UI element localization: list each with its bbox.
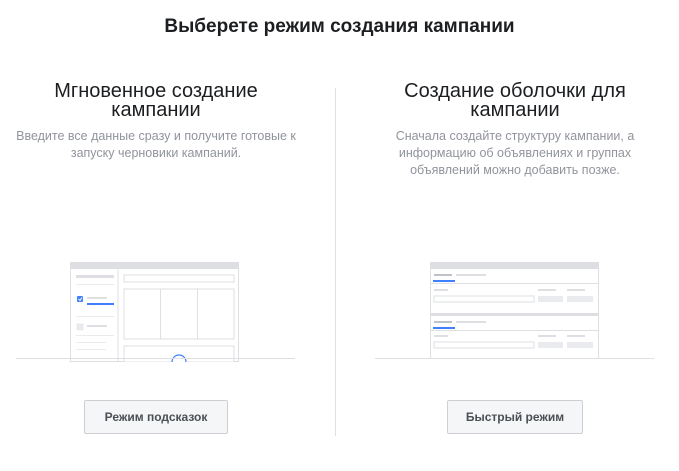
option-description: Введите все данные сразу и получите гото…: [16, 129, 296, 160]
illustration-baseline: [375, 358, 654, 359]
option-guided: Мгновенное создание кампании Введите все…: [16, 80, 296, 162]
option-description: Сначала создайте структуру кампании, а и…: [395, 129, 635, 177]
quick-mode-button[interactable]: Быстрый режим: [447, 400, 583, 434]
option-heading: Создание оболочки для кампании: [404, 80, 626, 121]
guided-mode-button[interactable]: Режим подсказок: [84, 400, 228, 434]
option-heading: Мгновенное создание кампании: [54, 80, 258, 121]
option-quick: Создание оболочки для кампании Сначала с…: [375, 80, 655, 179]
guided-mode-illustration: [70, 262, 239, 362]
illustration-baseline: [16, 358, 295, 359]
quick-mode-illustration: [430, 262, 599, 359]
page-title: Выберете режим создания кампании: [164, 16, 515, 37]
column-divider: [335, 88, 336, 436]
